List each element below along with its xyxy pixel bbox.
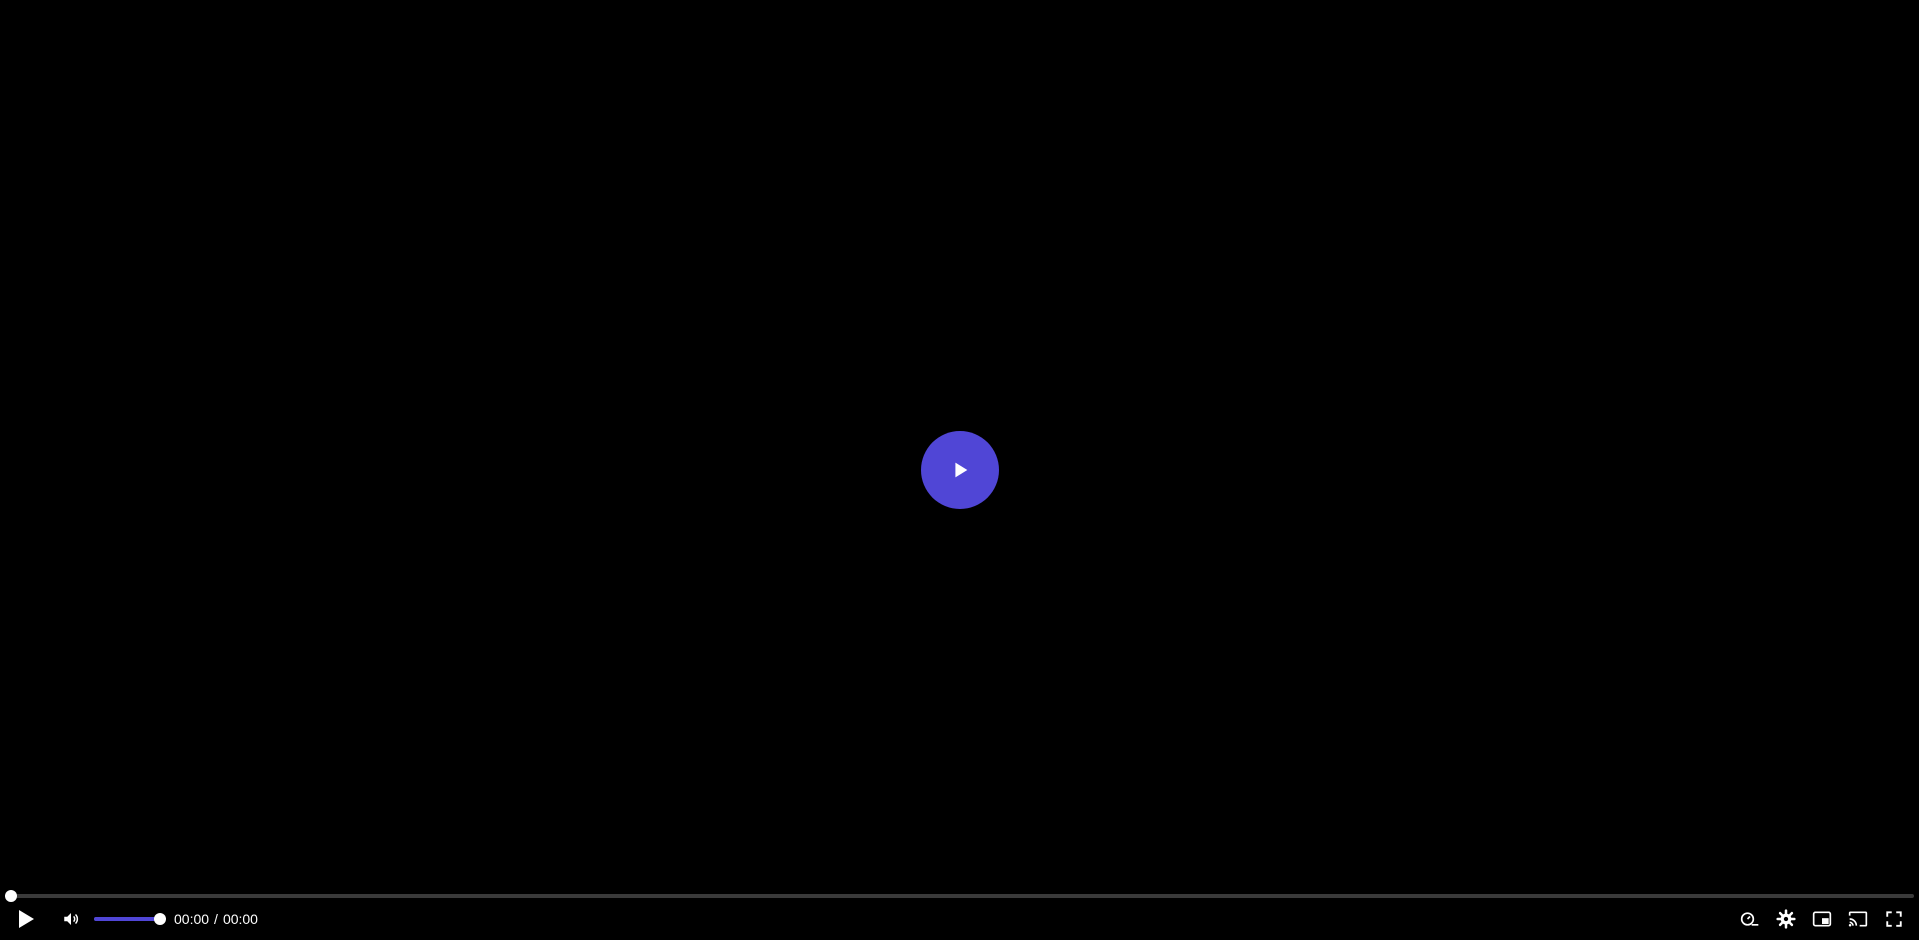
play-icon xyxy=(955,462,968,478)
volume-fill xyxy=(94,917,160,921)
time-display: 00:00 / 00:00 xyxy=(174,911,258,927)
settings-button[interactable] xyxy=(1775,908,1797,930)
fullscreen-button[interactable] xyxy=(1883,908,1905,930)
playback-speed-icon xyxy=(1740,912,1759,926)
video-player[interactable]: 00:00 / 00:00 xyxy=(0,0,1919,940)
mute-button[interactable] xyxy=(60,908,82,930)
picture-in-picture-icon xyxy=(1812,911,1832,927)
playback-speed-button[interactable] xyxy=(1739,908,1761,930)
time-separator: / xyxy=(214,911,218,927)
gear-icon xyxy=(1776,909,1796,929)
cast-button[interactable] xyxy=(1847,908,1869,930)
volume-slider[interactable] xyxy=(94,913,166,925)
big-play-button[interactable] xyxy=(921,431,999,509)
pip-button[interactable] xyxy=(1811,908,1833,930)
cast-icon xyxy=(1848,911,1868,927)
fullscreen-icon xyxy=(1886,911,1902,927)
control-bar: 00:00 / 00:00 xyxy=(0,898,1919,940)
play-button[interactable] xyxy=(14,907,38,931)
current-time: 00:00 xyxy=(174,911,210,927)
play-icon xyxy=(19,910,34,928)
duration: 00:00 xyxy=(222,911,258,927)
volume-thumb[interactable] xyxy=(154,913,166,925)
volume-icon xyxy=(64,913,79,925)
